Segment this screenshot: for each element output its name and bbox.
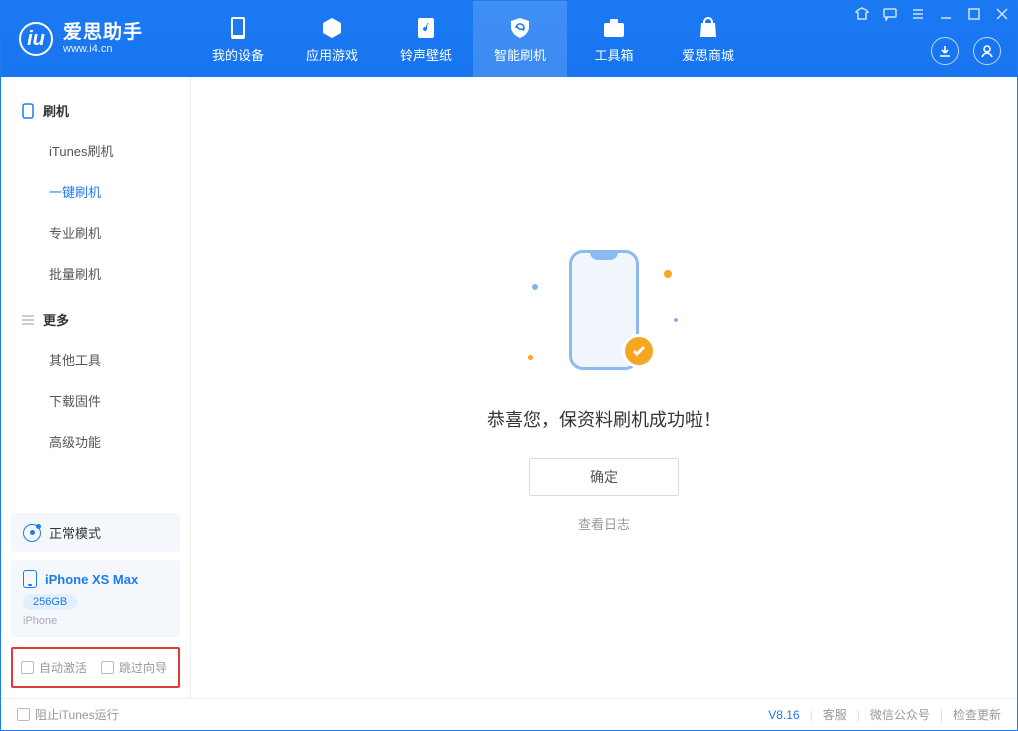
device-phone-icon: [23, 570, 37, 588]
checkbox-skip-guide[interactable]: 跳过向导: [101, 659, 167, 676]
sparkle-icon: [664, 270, 672, 278]
logo-area: iu 爱思助手 www.i4.cn: [1, 1, 191, 77]
view-log-link[interactable]: 查看日志: [578, 514, 630, 533]
sidebar-item-download-firmware[interactable]: 下载固件: [1, 380, 190, 421]
mode-card[interactable]: 正常模式: [11, 513, 180, 552]
result-message: 恭喜您，保资料刷机成功啦！: [487, 406, 721, 432]
cube-icon: [319, 15, 345, 41]
app-title: 爱思助手: [63, 23, 143, 44]
music-file-icon: [413, 15, 439, 41]
device-name: iPhone XS Max: [45, 572, 138, 587]
sparkle-icon: [532, 284, 538, 290]
logo-icon: iu: [19, 22, 53, 56]
result-illustration: [514, 242, 694, 382]
phone-icon: [225, 15, 251, 41]
menu-icon[interactable]: [909, 5, 927, 23]
tab-ringtones-wallpapers[interactable]: 铃声壁纸: [379, 1, 473, 77]
footer-right: V8.16 | 客服 | 微信公众号 | 检查更新: [768, 706, 1001, 723]
sidebar-section-flash: 刷机 iTunes刷机 一键刷机 专业刷机 批量刷机: [1, 91, 190, 294]
feedback-icon[interactable]: [881, 5, 899, 23]
sidebar-item-batch-flash[interactable]: 批量刷机: [1, 253, 190, 294]
shirt-icon[interactable]: [853, 5, 871, 23]
sidebar-heading-more: 更多: [1, 300, 190, 339]
mode-label: 正常模式: [49, 523, 101, 542]
maximize-icon[interactable]: [965, 5, 983, 23]
footer-link-wechat[interactable]: 微信公众号: [870, 706, 930, 723]
device-small-icon: [21, 104, 35, 118]
sparkle-icon: [528, 355, 533, 360]
app-subtitle: www.i4.cn: [63, 43, 143, 55]
sidebar-item-oneclick-flash[interactable]: 一键刷机: [1, 171, 190, 212]
sidebar-item-other-tools[interactable]: 其他工具: [1, 339, 190, 380]
device-type: iPhone: [23, 615, 168, 627]
user-button[interactable]: [973, 37, 1001, 65]
app-window: iu 爱思助手 www.i4.cn 我的设备 应用游戏 铃声壁纸 智能刷机: [0, 0, 1018, 731]
sidebar-item-itunes-flash[interactable]: iTunes刷机: [1, 130, 190, 171]
sidebar-item-pro-flash[interactable]: 专业刷机: [1, 212, 190, 253]
checkbox-icon: [21, 661, 34, 674]
window-controls: [853, 5, 1011, 23]
device-capacity: 256GB: [23, 594, 77, 610]
footer: 阻止iTunes运行 V8.16 | 客服 | 微信公众号 | 检查更新: [1, 698, 1017, 730]
sidebar-heading-flash: 刷机: [1, 91, 190, 130]
toolbox-icon: [601, 15, 627, 41]
tab-my-device[interactable]: 我的设备: [191, 1, 285, 77]
body: 刷机 iTunes刷机 一键刷机 专业刷机 批量刷机 更多 其他工具 下载固件 …: [1, 77, 1017, 698]
close-icon[interactable]: [993, 5, 1011, 23]
shopping-bag-icon: [695, 15, 721, 41]
ok-button[interactable]: 确定: [529, 458, 679, 496]
checkbox-auto-activate[interactable]: 自动激活: [21, 659, 87, 676]
header: iu 爱思助手 www.i4.cn 我的设备 应用游戏 铃声壁纸 智能刷机: [1, 1, 1017, 77]
sidebar: 刷机 iTunes刷机 一键刷机 专业刷机 批量刷机 更多 其他工具 下载固件 …: [1, 77, 191, 698]
sparkle-icon: [674, 318, 678, 322]
footer-left: 阻止iTunes运行: [17, 706, 119, 723]
footer-link-service[interactable]: 客服: [823, 706, 847, 723]
checkbox-block-itunes[interactable]: 阻止iTunes运行: [17, 706, 119, 723]
download-button[interactable]: [931, 37, 959, 65]
version-label: V8.16: [768, 708, 799, 722]
tab-toolbox[interactable]: 工具箱: [567, 1, 661, 77]
sidebar-item-advanced[interactable]: 高级功能: [1, 421, 190, 462]
checkbox-icon: [101, 661, 114, 674]
footer-link-update[interactable]: 检查更新: [953, 706, 1001, 723]
tab-smart-flash[interactable]: 智能刷机: [473, 1, 567, 77]
device-card[interactable]: iPhone XS Max 256GB iPhone: [11, 560, 180, 637]
minimize-icon[interactable]: [937, 5, 955, 23]
success-check-icon: [622, 334, 656, 368]
header-right-buttons: [931, 37, 1001, 65]
checkbox-icon: [17, 708, 30, 721]
sidebar-bottom: 正常模式 iPhone XS Max 256GB iPhone 自动激活: [1, 513, 190, 698]
tab-apps-games[interactable]: 应用游戏: [285, 1, 379, 77]
refresh-shield-icon: [507, 15, 533, 41]
list-icon: [21, 313, 35, 327]
tab-store[interactable]: 爱思商城: [661, 1, 755, 77]
mode-icon: [23, 524, 41, 542]
main-content: 恭喜您，保资料刷机成功啦！ 确定 查看日志: [191, 77, 1017, 698]
options-highlighted-box: 自动激活 跳过向导: [11, 647, 180, 688]
sidebar-section-more: 更多 其他工具 下载固件 高级功能: [1, 300, 190, 462]
main-tabs: 我的设备 应用游戏 铃声壁纸 智能刷机 工具箱 爱思商城: [191, 1, 755, 77]
